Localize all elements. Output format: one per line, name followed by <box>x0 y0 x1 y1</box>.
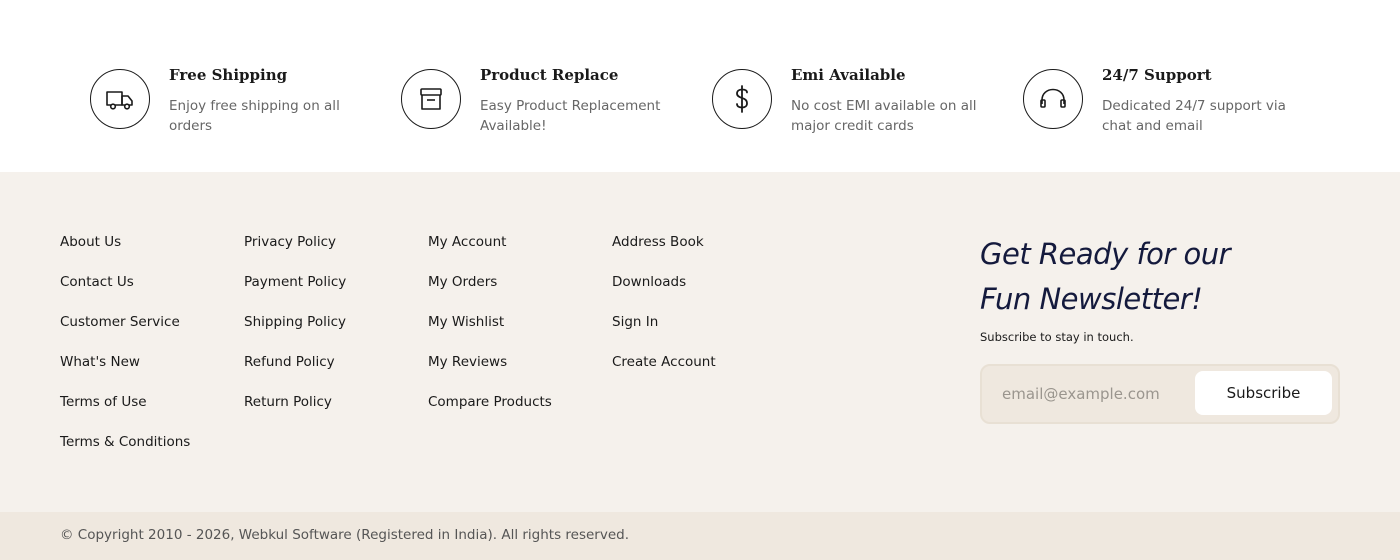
footer-link-address-book[interactable]: Address Book <box>612 232 716 272</box>
feature-description: Enjoy free shipping on all orders <box>169 98 340 134</box>
feature-product-replace: Product Replace Easy Product Replacement… <box>401 62 701 142</box>
truck-icon <box>90 69 150 129</box>
feature-description: Dedicated 24/7 support via chat and emai… <box>1102 98 1286 134</box>
headphones-icon <box>1023 69 1083 129</box>
footer-link-shipping-policy[interactable]: Shipping Policy <box>244 312 346 352</box>
footer-column-policies: Privacy Policy Payment Policy Shipping P… <box>244 232 346 432</box>
footer-link-terms-of-use[interactable]: Terms of Use <box>60 392 190 432</box>
newsletter-email-input[interactable] <box>992 372 1182 416</box>
footer-link-create-account[interactable]: Create Account <box>612 352 716 392</box>
features-band: Free Shipping Enjoy free shipping on all… <box>0 0 1400 172</box>
footer-link-my-account[interactable]: My Account <box>428 232 552 272</box>
footer-column-user: Address Book Downloads Sign In Create Ac… <box>612 232 716 392</box>
footer-link-my-wishlist[interactable]: My Wishlist <box>428 312 552 352</box>
box-icon <box>401 69 461 129</box>
dollar-icon <box>712 69 772 129</box>
footer-link-compare-products[interactable]: Compare Products <box>428 392 552 432</box>
feature-description: No cost EMI available on all major credi… <box>791 98 977 134</box>
feature-title: Product Replace <box>480 66 619 84</box>
feature-title: Emi Available <box>791 66 906 84</box>
footer-link-terms-conditions[interactable]: Terms & Conditions <box>60 432 190 472</box>
newsletter-title: Get Ready for our Fun Newsletter! <box>980 232 1340 322</box>
footer-link-sign-in[interactable]: Sign In <box>612 312 716 352</box>
footer-link-contact-us[interactable]: Contact Us <box>60 272 190 312</box>
footer-link-refund-policy[interactable]: Refund Policy <box>244 352 346 392</box>
footer-link-my-orders[interactable]: My Orders <box>428 272 552 312</box>
copyright-text: © Copyright 2010 - 2026, Webkul Software… <box>60 527 630 543</box>
footer-link-downloads[interactable]: Downloads <box>612 272 716 312</box>
feature-description: Easy Product Replacement Available! <box>480 98 661 134</box>
footer: About Us Contact Us Customer Service Wha… <box>0 172 1400 512</box>
footer-link-return-policy[interactable]: Return Policy <box>244 392 346 432</box>
footer-link-my-reviews[interactable]: My Reviews <box>428 352 552 392</box>
copyright-bar: © Copyright 2010 - 2026, Webkul Software… <box>0 512 1400 560</box>
newsletter-title-line: Fun Newsletter! <box>980 282 1203 316</box>
footer-link-privacy-policy[interactable]: Privacy Policy <box>244 232 346 272</box>
newsletter-title-line: Get Ready for our <box>980 237 1231 271</box>
feature-free-shipping: Free Shipping Enjoy free shipping on all… <box>90 62 390 142</box>
feature-support: 24/7 Support Dedicated 24/7 support via … <box>1023 62 1323 142</box>
feature-title: 24/7 Support <box>1102 66 1212 84</box>
feature-title: Free Shipping <box>169 66 288 84</box>
newsletter-form: Subscribe <box>980 364 1340 424</box>
footer-link-customer-service[interactable]: Customer Service <box>60 312 190 352</box>
subscribe-button[interactable]: Subscribe <box>1195 371 1332 415</box>
footer-link-payment-policy[interactable]: Payment Policy <box>244 272 346 312</box>
footer-link-whats-new[interactable]: What's New <box>60 352 190 392</box>
newsletter: Get Ready for our Fun Newsletter! Subscr… <box>980 232 1340 424</box>
footer-column-account: My Account My Orders My Wishlist My Revi… <box>428 232 552 432</box>
newsletter-subtitle: Subscribe to stay in touch. <box>980 330 1134 344</box>
footer-link-about-us[interactable]: About Us <box>60 232 190 272</box>
feature-emi-available: Emi Available No cost EMI available on a… <box>712 62 1012 142</box>
footer-column-company: About Us Contact Us Customer Service Wha… <box>60 232 190 472</box>
